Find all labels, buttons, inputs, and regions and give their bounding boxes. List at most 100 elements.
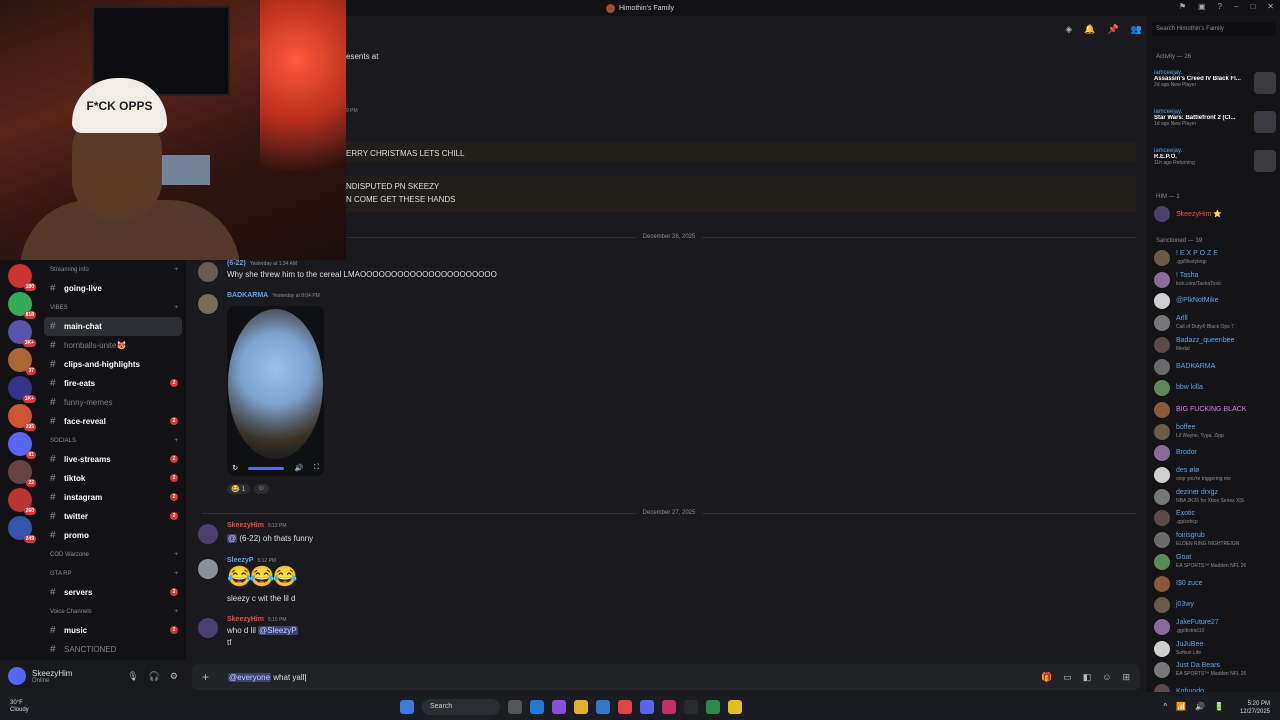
channel-category[interactable]: COD Warzone + bbox=[40, 545, 186, 564]
channel-item[interactable]: # instagram 2 bbox=[40, 488, 186, 507]
maximize-button[interactable]: □ bbox=[1250, 2, 1255, 11]
server-icon[interactable]: 3K+ bbox=[8, 320, 36, 347]
message-author[interactable]: SleezyP 5:12 PM bbox=[227, 557, 276, 564]
instagram-icon[interactable] bbox=[662, 700, 676, 714]
channel-item[interactable]: # main-chat bbox=[44, 317, 182, 336]
channel-item[interactable]: # clips-and-highlights bbox=[40, 355, 186, 374]
channel-category[interactable]: VIBES + bbox=[40, 298, 186, 317]
server-icon[interactable]: 180 bbox=[8, 264, 36, 291]
channel-item[interactable]: # servers 2 bbox=[40, 583, 186, 602]
channel-item[interactable]: # face-reveal 2 bbox=[40, 412, 186, 431]
server-icon[interactable]: 818 bbox=[8, 292, 36, 319]
chrome-icon[interactable] bbox=[618, 700, 632, 714]
channel-item[interactable]: # live-streams 2 bbox=[40, 450, 186, 469]
volume-icon[interactable]: 🔊 bbox=[1195, 702, 1205, 711]
add-reaction-icon[interactable]: ☺ bbox=[253, 484, 269, 494]
screen-icon[interactable]: ▣ bbox=[1198, 2, 1206, 11]
avatar[interactable] bbox=[198, 618, 218, 638]
replay-icon[interactable]: ↻ bbox=[232, 464, 238, 472]
channel-item[interactable]: # tiktok 2 bbox=[40, 469, 186, 488]
add-channel-icon[interactable]: + bbox=[174, 267, 178, 273]
discord-icon[interactable] bbox=[640, 700, 654, 714]
battery-icon[interactable]: 🔋 bbox=[1214, 702, 1224, 711]
store-icon[interactable] bbox=[596, 700, 610, 714]
bell-icon[interactable]: 🔔 bbox=[1084, 24, 1095, 35]
add-channel-icon[interactable]: + bbox=[174, 609, 178, 615]
gif-icon[interactable]: ▭ bbox=[1063, 672, 1072, 683]
member-item[interactable]: des ølø stop you're triggering me bbox=[1154, 465, 1280, 485]
member-item[interactable]: BADKARMA bbox=[1154, 357, 1280, 377]
fullscreen-icon[interactable]: ⛶ bbox=[314, 464, 319, 472]
add-channel-icon[interactable]: + bbox=[174, 438, 178, 444]
member-item[interactable]: foirisgrub ELDEN RING NIGHTREIGN bbox=[1154, 530, 1280, 550]
member-item[interactable]: ! E X P O Z E .gg/lifestyleqp bbox=[1154, 248, 1280, 268]
steam-icon[interactable] bbox=[684, 700, 698, 714]
server-icon[interactable]: 1K+ bbox=[8, 376, 36, 403]
avatar[interactable] bbox=[198, 524, 218, 544]
channel-item[interactable]: # going-live bbox=[40, 279, 186, 298]
server-icon[interactable]: 395 bbox=[8, 404, 36, 431]
member-item[interactable]: @PlkNotMike bbox=[1154, 291, 1280, 311]
member-item[interactable]: JakeFuture27 .gg/district10 bbox=[1154, 617, 1280, 637]
channel-item[interactable]: # promo bbox=[40, 526, 186, 545]
notes-icon[interactable] bbox=[728, 700, 742, 714]
add-channel-icon[interactable]: + bbox=[174, 552, 178, 558]
close-button[interactable]: ✕ bbox=[1267, 2, 1274, 11]
mention[interactable]: @ bbox=[227, 534, 238, 543]
channel-item[interactable]: # music 2 bbox=[40, 621, 186, 640]
channel-item[interactable]: # fire-eats 2 bbox=[40, 374, 186, 393]
add-channel-icon[interactable]: + bbox=[174, 571, 178, 577]
member-item[interactable]: j03wy bbox=[1154, 595, 1280, 615]
video-attachment[interactable]: ↻ 🔊 ⛶ bbox=[227, 306, 324, 476]
activity-card[interactable]: iamceejay. R.E.P.O. 11h ago Returning bbox=[1154, 148, 1276, 182]
member-item[interactable]: Brodor bbox=[1154, 443, 1280, 463]
windows-start-icon[interactable] bbox=[400, 700, 414, 714]
threads-icon[interactable]: ◈ bbox=[1065, 24, 1072, 35]
message-author[interactable]: (6-22) Yesterday at 1:34 AM bbox=[227, 260, 297, 267]
member-item[interactable]: Badazz_queenbee Medal bbox=[1154, 335, 1280, 355]
emoji-icon[interactable]: ☺ bbox=[1102, 672, 1111, 683]
clock[interactable]: 5:20 PM 12/27/2025 bbox=[1240, 700, 1270, 716]
member-item[interactable]: BIG FUCKING BLACK bbox=[1154, 400, 1280, 420]
taskbar-search[interactable]: Search bbox=[422, 699, 500, 715]
members-icon[interactable]: 👥 bbox=[1131, 24, 1142, 35]
member-item[interactable]: bbw killa bbox=[1154, 378, 1280, 398]
mic-icon[interactable]: 🎙 bbox=[127, 671, 138, 682]
channel-category[interactable]: GTA RP + bbox=[40, 564, 186, 583]
taskview-icon[interactable] bbox=[508, 700, 522, 714]
message-author[interactable]: SkeezyHim 5:15 PM bbox=[227, 616, 287, 623]
avatar[interactable] bbox=[198, 294, 218, 314]
channel-category[interactable]: Streaming info + bbox=[40, 260, 186, 279]
activity-card[interactable]: iamceejay. Assassin's Creed IV Black Fl..… bbox=[1154, 70, 1276, 104]
xbox-icon[interactable] bbox=[706, 700, 720, 714]
wifi-icon[interactable]: 📶 bbox=[1176, 702, 1186, 711]
tray-arrow-icon[interactable]: ^ bbox=[1163, 702, 1167, 711]
apps-icon[interactable]: ⊞ bbox=[1122, 672, 1130, 683]
message-composer[interactable]: + @everyone what yall | 🎁 ▭ ◧ ☺ ⊞ bbox=[192, 664, 1140, 690]
channel-item[interactable]: # funny-memes bbox=[40, 393, 186, 412]
server-icon[interactable]: 81 bbox=[8, 432, 36, 459]
message-author[interactable]: SkeezyHim 5:12 PM bbox=[227, 522, 287, 529]
member-item[interactable]: ! Tasha kick.com/TashaToxic bbox=[1154, 270, 1280, 290]
pin-icon[interactable]: 📌 bbox=[1108, 24, 1119, 35]
avatar[interactable] bbox=[198, 559, 218, 579]
edge-icon[interactable] bbox=[530, 700, 544, 714]
gift-icon[interactable]: 🎁 bbox=[1041, 672, 1052, 683]
headset-icon[interactable]: 🎧 bbox=[149, 671, 160, 682]
member-item[interactable]: deziner drxgz NBA 2K26 for Xbox Series X|… bbox=[1154, 487, 1280, 507]
add-channel-icon[interactable]: + bbox=[174, 305, 178, 311]
channel-item[interactable]: # hornballs-unite😻 bbox=[40, 336, 186, 355]
channel-item[interactable]: # SANCTIONED bbox=[40, 640, 186, 659]
volume-icon[interactable]: 🔊 bbox=[295, 464, 304, 472]
weather-widget[interactable]: 30°F Cloudy bbox=[10, 700, 29, 714]
server-icon[interactable]: 260 bbox=[8, 488, 36, 515]
mention[interactable]: @SleezyP bbox=[258, 626, 298, 635]
member-item[interactable]: I$0 zuce bbox=[1154, 574, 1280, 594]
avatar[interactable] bbox=[198, 262, 218, 282]
channel-category[interactable]: SOCIALS + bbox=[40, 431, 186, 450]
search-input[interactable]: Search Himothin's Family bbox=[1152, 22, 1276, 36]
video-progress[interactable] bbox=[248, 466, 285, 470]
member-item[interactable]: Goat EA SPORTS™ Madden NFL 26 bbox=[1154, 552, 1280, 572]
avatar[interactable] bbox=[8, 667, 26, 685]
sticker-icon[interactable]: ◧ bbox=[1083, 672, 1092, 683]
